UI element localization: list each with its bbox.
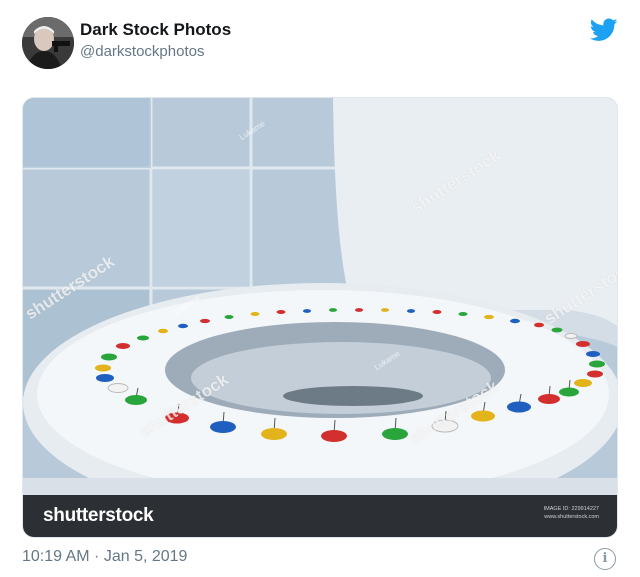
- avatar[interactable]: [22, 17, 74, 69]
- stock-footer-bar: shutterstock IMAGE ID: 229914227 www.shu…: [23, 495, 617, 537]
- stock-brand-logo: shutterstock: [43, 505, 154, 526]
- stock-image-id-line2: www.shutterstock.com: [544, 514, 599, 520]
- author-handle[interactable]: @darkstockphotos: [80, 43, 204, 60]
- avatar-image: [22, 17, 74, 69]
- tweet-card: Dark Stock Photos @darkstockphotos shutt…: [0, 0, 640, 577]
- twitter-bird-icon[interactable]: [590, 18, 618, 42]
- tweet-photo[interactable]: shutterstock shutterstock shutterstock s…: [22, 97, 618, 538]
- info-icon[interactable]: i: [594, 548, 616, 570]
- thumbtacks: [95, 308, 605, 442]
- stock-image-id-line1: IMAGE ID: 229914227: [543, 506, 599, 512]
- author-name[interactable]: Dark Stock Photos: [80, 20, 231, 40]
- tweet-timestamp[interactable]: 10:19 AM · Jan 5, 2019: [22, 548, 187, 566]
- stock-image-id: IMAGE ID: 229914227 www.shutterstock.com: [544, 505, 599, 521]
